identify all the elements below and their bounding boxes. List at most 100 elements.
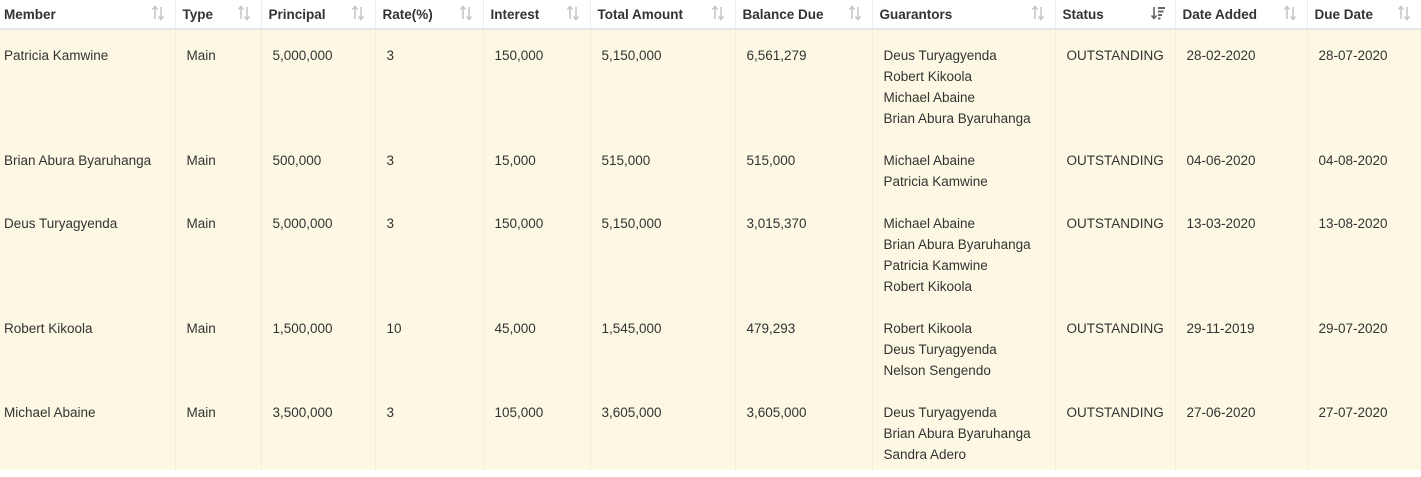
sort-icon[interactable]: [1031, 5, 1045, 21]
cell-type: Main: [174, 303, 261, 387]
balance-due-value: 6,561,279: [746, 48, 807, 63]
cell-principal: 1,500,000: [260, 303, 375, 387]
date-added-value: 27-06-2020: [1186, 405, 1256, 420]
cell-interest: 15,000: [482, 135, 590, 198]
column-header-total-amount[interactable]: Total Amount: [589, 0, 735, 30]
total-amount-value: 515,000: [601, 153, 651, 168]
rate-value: 3: [386, 216, 395, 231]
column-header-rate[interactable]: Rate(%): [374, 0, 483, 30]
cell-status: OUTSTANDING: [1054, 387, 1175, 470]
member-value: Robert Kikoola: [4, 321, 93, 336]
table-row[interactable]: Patricia Kamwine Main 5,000,000 3 150,000 5,1…: [0, 29, 1421, 135]
type-value: Main: [186, 216, 216, 231]
type-value: Main: [186, 153, 216, 168]
guarantor-name: Deus Turyagyenda: [883, 342, 997, 357]
sort-icon[interactable]: [566, 5, 580, 21]
balance-due-value: 515,000: [746, 153, 796, 168]
balance-due-value: 479,293: [746, 321, 796, 336]
table-row[interactable]: Michael Abaine Main 3,500,000 3 105,000 3,605…: [0, 387, 1421, 470]
column-header-label: Interest: [490, 6, 540, 22]
interest-value: 45,000: [494, 321, 536, 336]
cell-date-added: 27-06-2020: [1174, 387, 1307, 470]
cell-status: OUTSTANDING: [1054, 303, 1175, 387]
due-date-value: 13-08-2020: [1318, 216, 1388, 231]
cell-guarantors: Michael Abaine Patricia Kamwine: [871, 135, 1055, 198]
type-value: Main: [186, 321, 216, 336]
column-header-guarantors[interactable]: Guarantors: [871, 0, 1055, 30]
cell-member: Patricia Kamwine: [0, 29, 175, 135]
type-value: Main: [186, 405, 216, 420]
column-header-member[interactable]: Member: [0, 0, 175, 30]
cell-due-date: 13-08-2020: [1306, 198, 1421, 303]
total-amount-value: 5,150,000: [601, 48, 662, 63]
sort-icon[interactable]: [1397, 5, 1411, 21]
date-added-value: 13-03-2020: [1186, 216, 1256, 231]
sort-icon[interactable]: [848, 5, 862, 21]
cell-guarantors: Michael Abaine Brian Abura Byaruhanga Patr…: [871, 198, 1055, 303]
cell-due-date: 28-07-2020: [1306, 29, 1421, 135]
interest-value: 15,000: [494, 153, 536, 168]
cell-due-date: 27-07-2020: [1306, 387, 1421, 470]
cell-type: Main: [174, 135, 261, 198]
status-value: OUTSTANDING: [1066, 216, 1164, 231]
sort-icon[interactable]: [151, 5, 165, 21]
cell-rate: 3: [374, 135, 483, 198]
column-header-type[interactable]: Type: [174, 0, 261, 30]
cell-member: Michael Abaine: [0, 387, 175, 470]
cell-balance-due: 479,293: [734, 303, 872, 387]
cell-balance-due: 6,561,279: [734, 29, 872, 135]
member-value: Brian Abura Byaruhanga: [4, 153, 152, 168]
table-row[interactable]: Deus Turyagyenda Main 5,000,000 3 150,000 5,1…: [0, 198, 1421, 303]
cell-member: Brian Abura Byaruhanga: [0, 135, 175, 198]
sort-icon[interactable]: [459, 5, 473, 21]
guarantor-name: Brian Abura Byaruhanga: [883, 426, 1031, 441]
sort-icon[interactable]: [237, 5, 251, 21]
cell-rate: 3: [374, 29, 483, 135]
date-added-value: 04-06-2020: [1186, 153, 1256, 168]
due-date-value: 29-07-2020: [1318, 321, 1388, 336]
guarantor-name: Deus Turyagyenda: [883, 48, 997, 63]
column-header-label: Type: [182, 6, 214, 22]
column-header-due-date[interactable]: Due Date: [1306, 0, 1421, 30]
due-date-value: 04-08-2020: [1318, 153, 1388, 168]
table-row[interactable]: Brian Abura Byaruhanga Main 500,000 3 15,000…: [0, 135, 1421, 198]
member-value: Patricia Kamwine: [4, 48, 109, 63]
column-header-interest[interactable]: Interest: [482, 0, 590, 30]
cell-member: Deus Turyagyenda: [0, 198, 175, 303]
column-header-label: Member: [4, 6, 56, 22]
column-header-label: Due Date: [1314, 6, 1374, 22]
date-added-value: 29-11-2019: [1186, 321, 1255, 336]
balance-due-value: 3,605,000: [746, 405, 807, 420]
guarantor-name: Michael Abaine: [883, 216, 976, 231]
balance-due-value: 3,015,370: [746, 216, 807, 231]
column-header-balance-due[interactable]: Balance Due: [734, 0, 872, 30]
guarantor-name: Robert Kikoola: [883, 321, 973, 336]
cell-balance-due: 3,605,000: [734, 387, 872, 470]
column-header-label: Guarantors: [879, 6, 953, 22]
type-value: Main: [186, 48, 216, 63]
principal-value: 5,000,000: [272, 216, 333, 231]
cell-total-amount: 3,605,000: [589, 387, 735, 470]
sort-descending-icon[interactable]: [1150, 5, 1165, 21]
principal-value: 1,500,000: [272, 321, 333, 336]
column-header-principal[interactable]: Principal: [260, 0, 375, 30]
guarantor-name: Patricia Kamwine: [883, 258, 988, 273]
status-value: OUTSTANDING: [1066, 48, 1164, 63]
sort-icon[interactable]: [351, 5, 365, 21]
rate-value: 10: [386, 321, 402, 336]
cell-type: Main: [174, 29, 261, 135]
sort-icon[interactable]: [1283, 5, 1297, 21]
due-date-value: 28-07-2020: [1318, 48, 1388, 63]
cell-rate: 10: [374, 303, 483, 387]
column-header-status[interactable]: Status: [1054, 0, 1175, 30]
cell-type: Main: [174, 198, 261, 303]
column-header-label: Status: [1062, 6, 1104, 22]
cell-total-amount: 5,150,000: [589, 198, 735, 303]
cell-date-added: 29-11-2019: [1174, 303, 1307, 387]
cell-total-amount: 5,150,000: [589, 29, 735, 135]
rate-value: 3: [386, 153, 395, 168]
column-header-date-added[interactable]: Date Added: [1174, 0, 1307, 30]
cell-rate: 3: [374, 198, 483, 303]
sort-icon[interactable]: [711, 5, 725, 21]
table-row[interactable]: Robert Kikoola Main 1,500,000 10 45,000 1,545…: [0, 303, 1421, 387]
